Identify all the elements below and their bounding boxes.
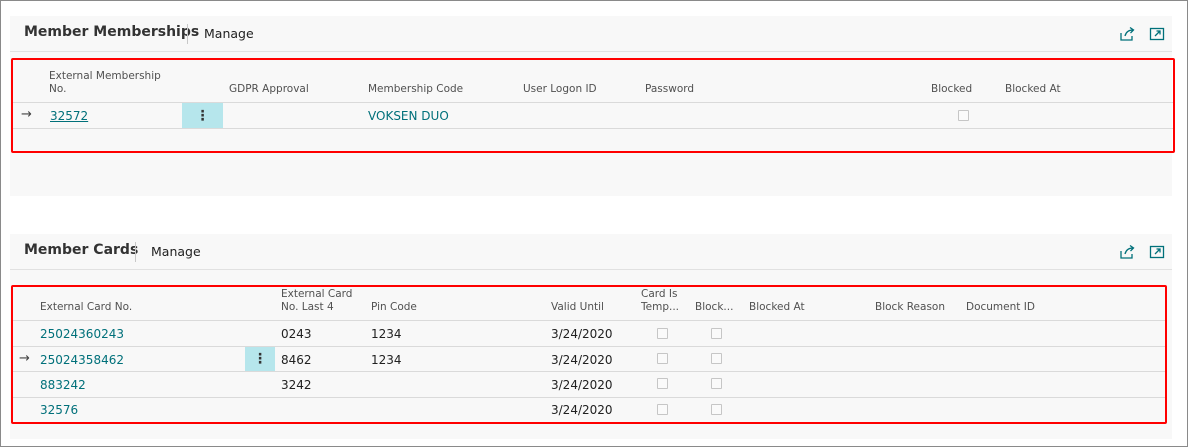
- card-row-last4: 3242: [281, 378, 312, 392]
- cards-header: Member Cards Manage: [10, 234, 1172, 270]
- card-row-temp-checkbox[interactable]: [657, 328, 668, 339]
- card-row-temp-checkbox[interactable]: [657, 353, 668, 364]
- card-row-external-no[interactable]: 25024360243: [40, 327, 124, 341]
- cards-manage-button[interactable]: Manage: [151, 244, 201, 259]
- card-row-blocked-checkbox[interactable]: [711, 378, 722, 389]
- row-divider: [13, 397, 1165, 398]
- col-external-membership-no[interactable]: External Membership No.: [49, 70, 161, 96]
- header-separator: [187, 24, 188, 44]
- row-actions-ellipsis-icon[interactable]: ⋮: [245, 347, 275, 371]
- col-blocked[interactable]: Blocked: [931, 83, 972, 96]
- card-row-valid-until: 3/24/2020: [551, 378, 613, 392]
- card-row-valid-until: 3/24/2020: [551, 353, 613, 367]
- col-external-card-no-last4[interactable]: External Card No. Last 4: [281, 288, 352, 314]
- col-blocked-at[interactable]: Blocked At: [749, 301, 805, 314]
- card-row-blocked-checkbox[interactable]: [711, 353, 722, 364]
- memberships-title: Member Memberships: [24, 24, 200, 40]
- header-separator: [135, 242, 136, 262]
- card-row-last4: 8462: [281, 353, 312, 367]
- grid-header-divider: [13, 320, 1165, 321]
- row-selected-arrow-icon: →: [19, 351, 30, 366]
- col-membership-code[interactable]: Membership Code: [368, 83, 463, 96]
- col-gdpr-approval[interactable]: GDPR Approval: [229, 83, 309, 96]
- card-row-temp-checkbox[interactable]: [657, 404, 668, 415]
- card-row-blocked-checkbox[interactable]: [711, 404, 722, 415]
- card-row-pin-code: 1234: [371, 327, 402, 341]
- card-row-valid-until: 3/24/2020: [551, 327, 613, 341]
- col-label-line1: Card Is: [641, 288, 678, 300]
- membership-row-code[interactable]: VOKSEN DUO: [368, 109, 449, 123]
- col-external-card-no[interactable]: External Card No.: [40, 301, 132, 314]
- expand-icon[interactable]: [1148, 243, 1166, 261]
- col-block-reason[interactable]: Block Reason: [875, 301, 945, 314]
- memberships-header: Member Memberships Manage: [10, 16, 1172, 52]
- col-password[interactable]: Password: [645, 83, 694, 96]
- col-blocked-at[interactable]: Blocked At: [1005, 83, 1061, 96]
- share-icon[interactable]: [1118, 243, 1136, 261]
- cards-title: Member Cards: [24, 242, 139, 258]
- membership-row-external-no[interactable]: 32572: [50, 109, 88, 123]
- row-divider: [13, 128, 1173, 129]
- row-divider: [13, 346, 1165, 347]
- col-label-line2: No. Last 4: [281, 301, 334, 313]
- row-divider: [13, 371, 1165, 372]
- col-document-id[interactable]: Document ID: [966, 301, 1035, 314]
- card-row-blocked-checkbox[interactable]: [711, 328, 722, 339]
- share-icon[interactable]: [1118, 25, 1136, 43]
- card-row-pin-code: 1234: [371, 353, 402, 367]
- card-row-last4: 0243: [281, 327, 312, 341]
- col-label-line1: External Membership: [49, 70, 161, 82]
- col-blocked[interactable]: Block...: [695, 301, 733, 314]
- col-label-line2: Temp...: [641, 301, 679, 313]
- col-label-line1: External Card: [281, 288, 353, 300]
- expand-icon[interactable]: [1148, 25, 1166, 43]
- card-row-external-no[interactable]: 32576: [40, 403, 78, 417]
- col-user-logon-id[interactable]: User Logon ID: [523, 83, 597, 96]
- col-valid-until[interactable]: Valid Until: [551, 301, 604, 314]
- card-row-temp-checkbox[interactable]: [657, 378, 668, 389]
- memberships-manage-button[interactable]: Manage: [204, 26, 254, 41]
- col-label-line2: No.: [49, 83, 67, 95]
- col-pin-code[interactable]: Pin Code: [371, 301, 417, 314]
- row-selected-arrow-icon: →: [21, 107, 32, 122]
- card-row-valid-until: 3/24/2020: [551, 403, 613, 417]
- col-card-is-temporary[interactable]: Card Is Temp...: [641, 288, 679, 314]
- card-row-external-no[interactable]: 883242: [40, 378, 86, 392]
- card-row-external-no[interactable]: 25024358462: [40, 353, 124, 367]
- row-actions-ellipsis-icon[interactable]: ⋮: [182, 103, 223, 128]
- membership-row-blocked-checkbox[interactable]: [958, 110, 969, 121]
